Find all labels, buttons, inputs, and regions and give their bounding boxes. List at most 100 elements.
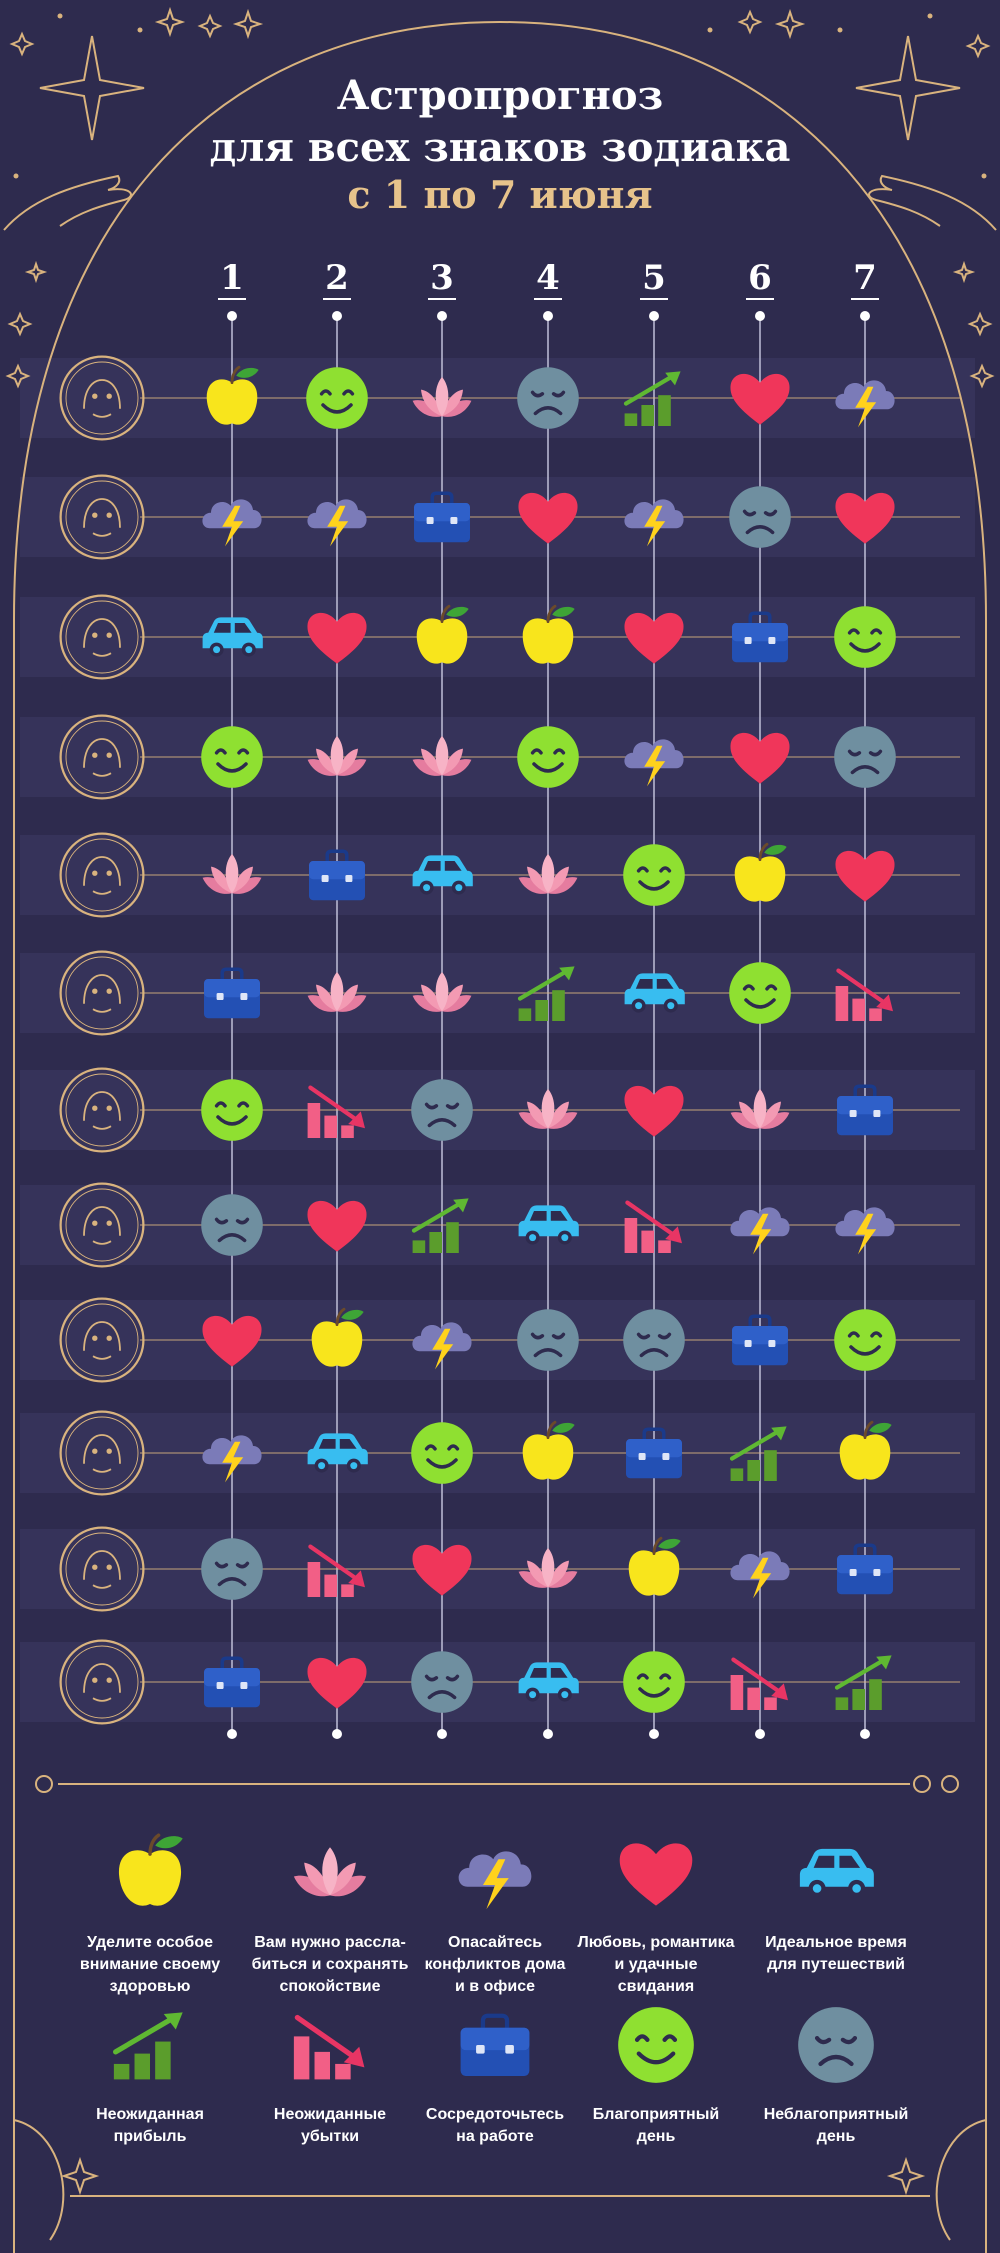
loss-icon <box>619 1190 689 1260</box>
heart-icon <box>197 1305 267 1375</box>
car-icon <box>513 1190 583 1260</box>
sad-icon <box>197 1190 267 1260</box>
lotus-icon <box>725 1075 795 1145</box>
page-subtitle: для всех знаков зодиака <box>209 124 791 171</box>
legend-label: Неожиданные убытки <box>273 2106 387 2145</box>
lotus-icon <box>302 722 372 792</box>
legend-smile-icon <box>601 2002 711 2088</box>
car-icon <box>513 1647 583 1717</box>
smile-icon <box>513 722 583 792</box>
smile-icon <box>830 1305 900 1375</box>
apple-icon <box>513 602 583 672</box>
day-header-2: 2 <box>317 258 357 300</box>
day-header-7: 7 <box>845 258 885 300</box>
heart-icon <box>302 602 372 672</box>
smile-icon <box>197 722 267 792</box>
legend-label: Любовь, романтика и удачные свидания <box>577 1934 735 1995</box>
day-header-4: 4 <box>528 258 568 300</box>
briefcase-icon <box>302 840 372 910</box>
storm-icon <box>830 1190 900 1260</box>
zodiac-sagittarius-icon <box>57 1295 147 1385</box>
zodiac-leo-icon <box>57 830 147 920</box>
lotus-icon <box>197 840 267 910</box>
day-number: 6 <box>746 258 774 300</box>
storm-icon <box>197 482 267 552</box>
zodiac-cancer-icon <box>57 712 147 802</box>
sad-icon <box>725 482 795 552</box>
lotus-icon <box>513 1534 583 1604</box>
sad-icon <box>619 1305 689 1375</box>
smile-icon <box>197 1075 267 1145</box>
legend-label: Уделите особое внимание своему здоровью <box>79 1934 221 1995</box>
lotus-icon <box>513 840 583 910</box>
heart-icon <box>513 482 583 552</box>
profit-icon <box>407 1190 477 1260</box>
storm-icon <box>830 363 900 433</box>
legend-loss-icon <box>275 2002 385 2088</box>
smile-icon <box>302 363 372 433</box>
storm-icon <box>302 482 372 552</box>
zodiac-taurus-icon <box>57 472 147 562</box>
car-icon <box>197 602 267 672</box>
car-icon <box>302 1418 372 1488</box>
day-header-5: 5 <box>634 258 674 300</box>
day-header-1: 1 <box>212 258 252 300</box>
smile-icon <box>619 1647 689 1717</box>
sad-icon <box>407 1647 477 1717</box>
zodiac-virgo-icon <box>57 948 147 1038</box>
zodiac-capricorn-icon <box>57 1408 147 1498</box>
day-number: 7 <box>851 258 879 300</box>
apple-icon <box>513 1418 583 1488</box>
legend-label: Неожиданная прибыль <box>96 2106 204 2145</box>
apple-icon <box>197 363 267 433</box>
zodiac-pisces-icon <box>57 1637 147 1727</box>
legend-heart-icon <box>601 1830 711 1916</box>
smile-icon <box>830 602 900 672</box>
storm-icon <box>619 482 689 552</box>
day-number: 3 <box>428 258 456 300</box>
legend-label: Сосредоточьтесь на работе <box>425 2106 565 2145</box>
briefcase-icon <box>725 602 795 672</box>
legend-sad-icon <box>781 2002 891 2088</box>
storm-icon <box>725 1190 795 1260</box>
briefcase-icon <box>197 1647 267 1717</box>
zodiac-scorpio-icon <box>57 1180 147 1270</box>
legend-label: Неблагоприятный день <box>763 2106 909 2145</box>
zodiac-aquarius-icon <box>57 1524 147 1614</box>
sad-icon <box>197 1534 267 1604</box>
storm-icon <box>407 1305 477 1375</box>
day-number: 5 <box>640 258 668 300</box>
loss-icon <box>302 1075 372 1145</box>
legend-label: Идеальное время для путешествий <box>765 1934 907 1973</box>
car-icon <box>619 958 689 1028</box>
day-header-6: 6 <box>740 258 780 300</box>
legend-car-icon <box>781 1830 891 1916</box>
sad-icon <box>407 1075 477 1145</box>
heart-icon <box>725 363 795 433</box>
profit-icon <box>830 1647 900 1717</box>
lotus-icon <box>407 363 477 433</box>
heart-icon <box>830 482 900 552</box>
apple-icon <box>302 1305 372 1375</box>
briefcase-icon <box>197 958 267 1028</box>
day-number: 4 <box>534 258 562 300</box>
legend-label: Опасайтесь конфликтов дома и в офисе <box>424 1934 566 1995</box>
sad-icon <box>830 722 900 792</box>
loss-icon <box>725 1647 795 1717</box>
heart-icon <box>619 602 689 672</box>
day-number: 2 <box>323 258 351 300</box>
legend-lotus-icon <box>275 1830 385 1916</box>
apple-icon <box>830 1418 900 1488</box>
briefcase-icon <box>725 1305 795 1375</box>
smile-icon <box>619 840 689 910</box>
legend-briefcase-icon <box>440 2002 550 2088</box>
apple-icon <box>725 840 795 910</box>
day-number: 1 <box>218 258 246 300</box>
lotus-icon <box>513 1075 583 1145</box>
loss-icon <box>830 958 900 1028</box>
profit-icon <box>725 1418 795 1488</box>
briefcase-icon <box>830 1534 900 1604</box>
briefcase-icon <box>407 482 477 552</box>
heart-icon <box>302 1647 372 1717</box>
heart-icon <box>302 1190 372 1260</box>
